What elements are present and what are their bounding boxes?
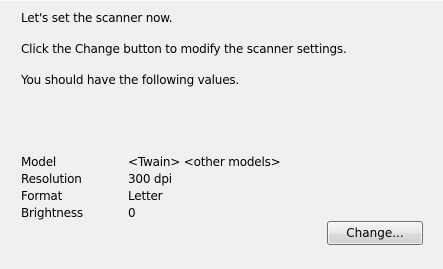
- settings-list: Model <Twain> <other models> Resolution …: [21, 155, 341, 223]
- setting-row-resolution: Resolution 300 dpi: [21, 172, 341, 188]
- scanner-settings-panel: Let's set the scanner now. Click the Cha…: [0, 0, 443, 269]
- setting-label: Format: [21, 189, 63, 203]
- expected-values-text: You should have the following values.: [21, 73, 240, 87]
- instruction-text: Click the Change button to modify the sc…: [21, 42, 347, 56]
- setting-label: Model: [21, 155, 57, 169]
- setting-label: Brightness: [21, 206, 83, 220]
- setting-value: Letter: [128, 189, 163, 203]
- setting-row-brightness: Brightness 0: [21, 206, 341, 222]
- setting-label: Resolution: [21, 172, 82, 186]
- setting-value: 300 dpi: [128, 172, 172, 186]
- change-button[interactable]: Change...: [327, 221, 423, 245]
- setting-value: <Twain> <other models>: [128, 155, 281, 169]
- setting-row-format: Format Letter: [21, 189, 341, 205]
- setting-value: 0: [128, 206, 136, 220]
- intro-text: Let's set the scanner now.: [21, 11, 173, 25]
- setting-row-model: Model <Twain> <other models>: [21, 155, 341, 171]
